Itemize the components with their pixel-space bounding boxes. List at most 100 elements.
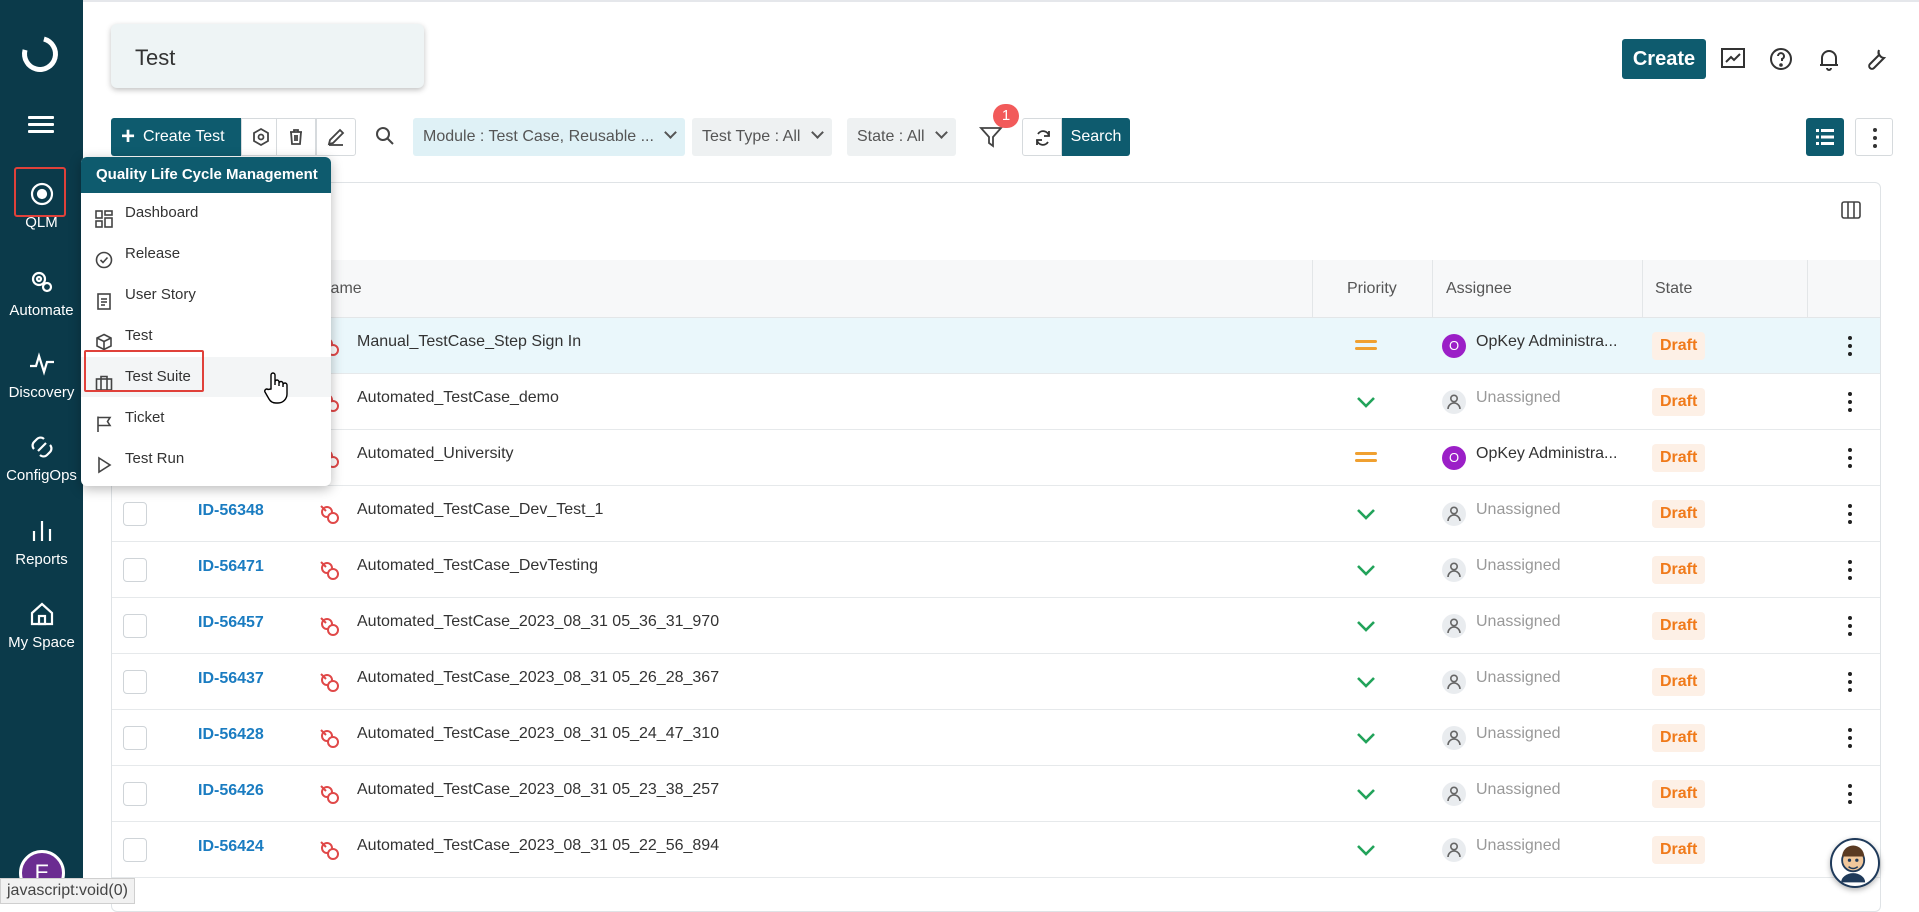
pencil-icon (327, 128, 345, 146)
assistant-bot-icon[interactable] (1830, 838, 1880, 888)
list-view-button[interactable] (1806, 118, 1844, 156)
row-kebab-icon[interactable] (1848, 504, 1852, 524)
row-name[interactable]: Automated_TestCase_DevTesting (357, 557, 598, 575)
row-name[interactable]: Automated_TestCase_2023_08_31 05_26_28_3… (357, 669, 719, 687)
table-row[interactable]: Automated_University O OpKey Administra...… (112, 430, 1880, 486)
nav-item-label: Discovery (8, 384, 75, 401)
row-name[interactable]: Automated_TestCase_2023_08_31 05_24_47_3… (357, 725, 719, 743)
qlm-menu: Quality Life Cycle Management Dashboard … (81, 157, 331, 486)
table-row[interactable]: ID-56437 Automated_TestCase_2023_08_31 05… (112, 654, 1880, 710)
nav-item-label: QLM (25, 214, 58, 231)
refresh-button[interactable] (1022, 118, 1062, 156)
table-row[interactable]: ID-56457 Automated_TestCase_2023_08_31 05… (112, 598, 1880, 654)
row-name[interactable]: Automated_TestCase_2023_08_31 05_36_31_9… (357, 613, 719, 631)
row-kebab-icon[interactable] (1848, 392, 1852, 412)
row-checkbox[interactable] (123, 726, 147, 750)
row-assignee: OpKey Administra... (1476, 333, 1618, 350)
header-priority[interactable]: Priority (1347, 260, 1397, 318)
row-checkbox[interactable] (123, 502, 147, 526)
row-name[interactable]: Automated_TestCase_2023_08_31 05_23_38_2… (357, 781, 719, 799)
menu-item-ticket[interactable]: Ticket (81, 398, 331, 438)
unassigned-user-icon (1442, 390, 1466, 414)
test-type-filter[interactable]: Test Type : All (692, 118, 832, 156)
row-assignee: Unassigned (1476, 781, 1561, 798)
row-id-link[interactable]: ID-56348 (198, 502, 264, 520)
create-test-label: Create Test (143, 128, 225, 145)
row-kebab-icon[interactable] (1848, 728, 1852, 748)
row-id-link[interactable]: ID-56457 (198, 614, 264, 632)
row-kebab-icon[interactable] (1848, 448, 1852, 468)
state-filter[interactable]: State : All (847, 118, 957, 156)
nav-item-reports[interactable]: Reports (0, 517, 83, 568)
table-row[interactable]: Manual_TestCase_Step Sign In O OpKey Admin… (112, 318, 1880, 374)
flag-icon (95, 409, 113, 432)
state-badge: Draft (1652, 388, 1706, 416)
row-name[interactable]: Automated_TestCase_demo (357, 389, 559, 407)
feedback-chart-icon[interactable] (1719, 45, 1747, 73)
row-id-link[interactable]: ID-56426 (198, 782, 264, 800)
create-test-button[interactable]: + Create Test (111, 118, 241, 156)
row-checkbox[interactable] (123, 558, 147, 582)
row-name[interactable]: Automated_University (357, 445, 514, 463)
row-id-link[interactable]: ID-56471 (198, 558, 264, 576)
search-icon[interactable] (374, 125, 396, 147)
state-badge: Draft (1652, 724, 1706, 752)
nav-item-label: ConfigOps (6, 467, 77, 484)
nav-item-configops[interactable]: ConfigOps (0, 433, 83, 484)
row-id-link[interactable]: ID-56428 (198, 726, 264, 744)
bulk-action-button[interactable] (241, 118, 281, 156)
search-button[interactable]: Search (1062, 118, 1130, 156)
nav-item-automate[interactable]: Automate (0, 268, 83, 319)
row-name[interactable]: Automated_TestCase_Dev_Test_1 (357, 501, 603, 519)
unassigned-user-icon (1442, 502, 1466, 526)
more-options-button[interactable] (1855, 118, 1893, 156)
row-name[interactable]: Manual_TestCase_Step Sign In (357, 333, 581, 351)
priority-low-icon (1355, 504, 1377, 524)
menu-item-user-story[interactable]: User Story (81, 275, 331, 315)
menu-item-release[interactable]: Release (81, 234, 331, 274)
list-view-icon (1816, 129, 1834, 145)
row-name[interactable]: Automated_TestCase_2023_08_31 05_22_56_8… (357, 837, 719, 855)
row-kebab-icon[interactable] (1848, 560, 1852, 580)
bell-icon[interactable] (1815, 45, 1843, 73)
help-icon[interactable] (1767, 45, 1795, 73)
row-assignee: OpKey Administra... (1476, 445, 1618, 462)
delete-button[interactable] (276, 118, 316, 156)
dashboard-grid-icon (95, 204, 113, 228)
header-state[interactable]: State (1655, 260, 1692, 318)
priority-medium-icon (1355, 336, 1377, 356)
opkey-logo-icon[interactable] (15, 29, 65, 79)
test-type-icon (318, 782, 342, 806)
filter-funnel-icon[interactable] (978, 125, 1004, 149)
row-kebab-icon[interactable] (1848, 672, 1852, 692)
row-kebab-icon[interactable] (1848, 616, 1852, 636)
test-type-filter-value: All (782, 128, 801, 145)
table-row[interactable]: ID-56424 Automated_TestCase_2023_08_31 05… (112, 822, 1880, 878)
nav-item-qlm[interactable]: QLM (0, 180, 83, 231)
row-kebab-icon[interactable] (1848, 336, 1852, 356)
row-checkbox[interactable] (123, 782, 147, 806)
module-filter[interactable]: Module : Test Case, Reusable ... (413, 118, 686, 156)
row-id-link[interactable]: ID-56424 (198, 838, 264, 856)
nav-item-discovery[interactable]: Discovery (0, 350, 83, 401)
table-row[interactable]: ID-56428 Automated_TestCase_2023_08_31 05… (112, 710, 1880, 766)
row-checkbox[interactable] (123, 614, 147, 638)
row-kebab-icon[interactable] (1848, 784, 1852, 804)
menu-hamburger-icon[interactable] (28, 116, 54, 134)
menu-item-test-run[interactable]: Test Run (81, 439, 331, 479)
nav-item-my-space[interactable]: My Space (0, 600, 83, 651)
table-row[interactable]: ID-56426 Automated_TestCase_2023_08_31 05… (112, 766, 1880, 822)
header-assignee[interactable]: Assignee (1446, 260, 1512, 318)
row-checkbox[interactable] (123, 838, 147, 862)
table-row[interactable]: ID-56348 Automated_TestCase_Dev_Test_1 Una… (112, 486, 1880, 542)
row-checkbox[interactable] (123, 670, 147, 694)
menu-item-dashboard[interactable]: Dashboard (81, 193, 331, 233)
test-type-icon (318, 558, 342, 582)
columns-toggle-icon[interactable] (1840, 200, 1862, 220)
table-row[interactable]: ID-56471 Automated_TestCase_DevTesting Una… (112, 542, 1880, 598)
table-row[interactable]: Automated_TestCase_demo Unassigned Draft (112, 374, 1880, 430)
edit-button[interactable] (316, 118, 356, 156)
create-button[interactable]: Create (1622, 39, 1706, 79)
wrench-icon[interactable] (1862, 45, 1890, 73)
row-id-link[interactable]: ID-56437 (198, 670, 264, 688)
